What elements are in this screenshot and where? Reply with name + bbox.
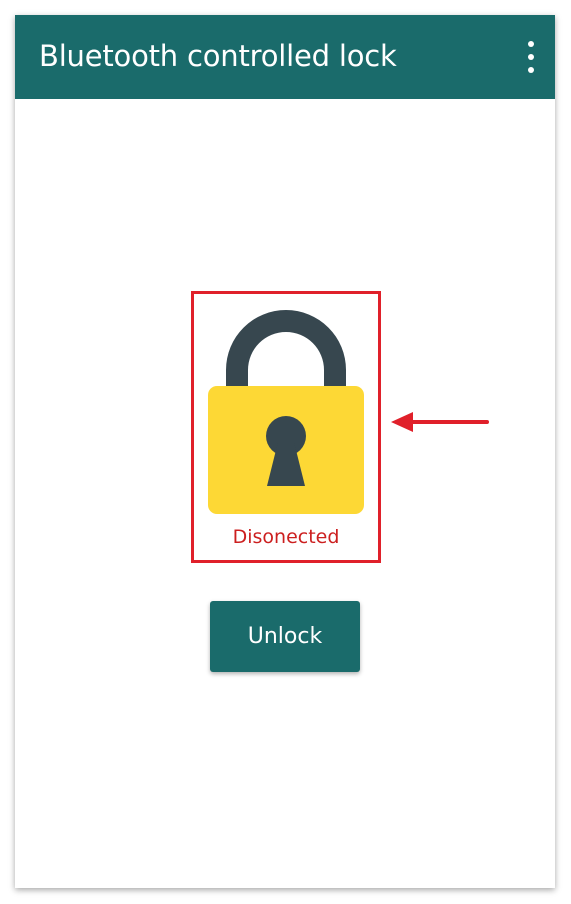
connection-status: Disonected	[232, 526, 340, 548]
app-title: Bluetooth controlled lock	[39, 39, 397, 73]
more-vert-icon[interactable]	[521, 41, 541, 73]
app-bar: Bluetooth controlled lock	[15, 15, 555, 99]
lock-highlight-frame: Disonected	[191, 291, 381, 563]
padlock-shackle	[226, 310, 346, 388]
unlock-button[interactable]: Unlock	[210, 601, 360, 672]
padlock-icon	[208, 310, 364, 514]
app-screen: Bluetooth controlled lock Disonected Unl…	[15, 15, 555, 888]
arrow-left-icon	[391, 412, 489, 432]
